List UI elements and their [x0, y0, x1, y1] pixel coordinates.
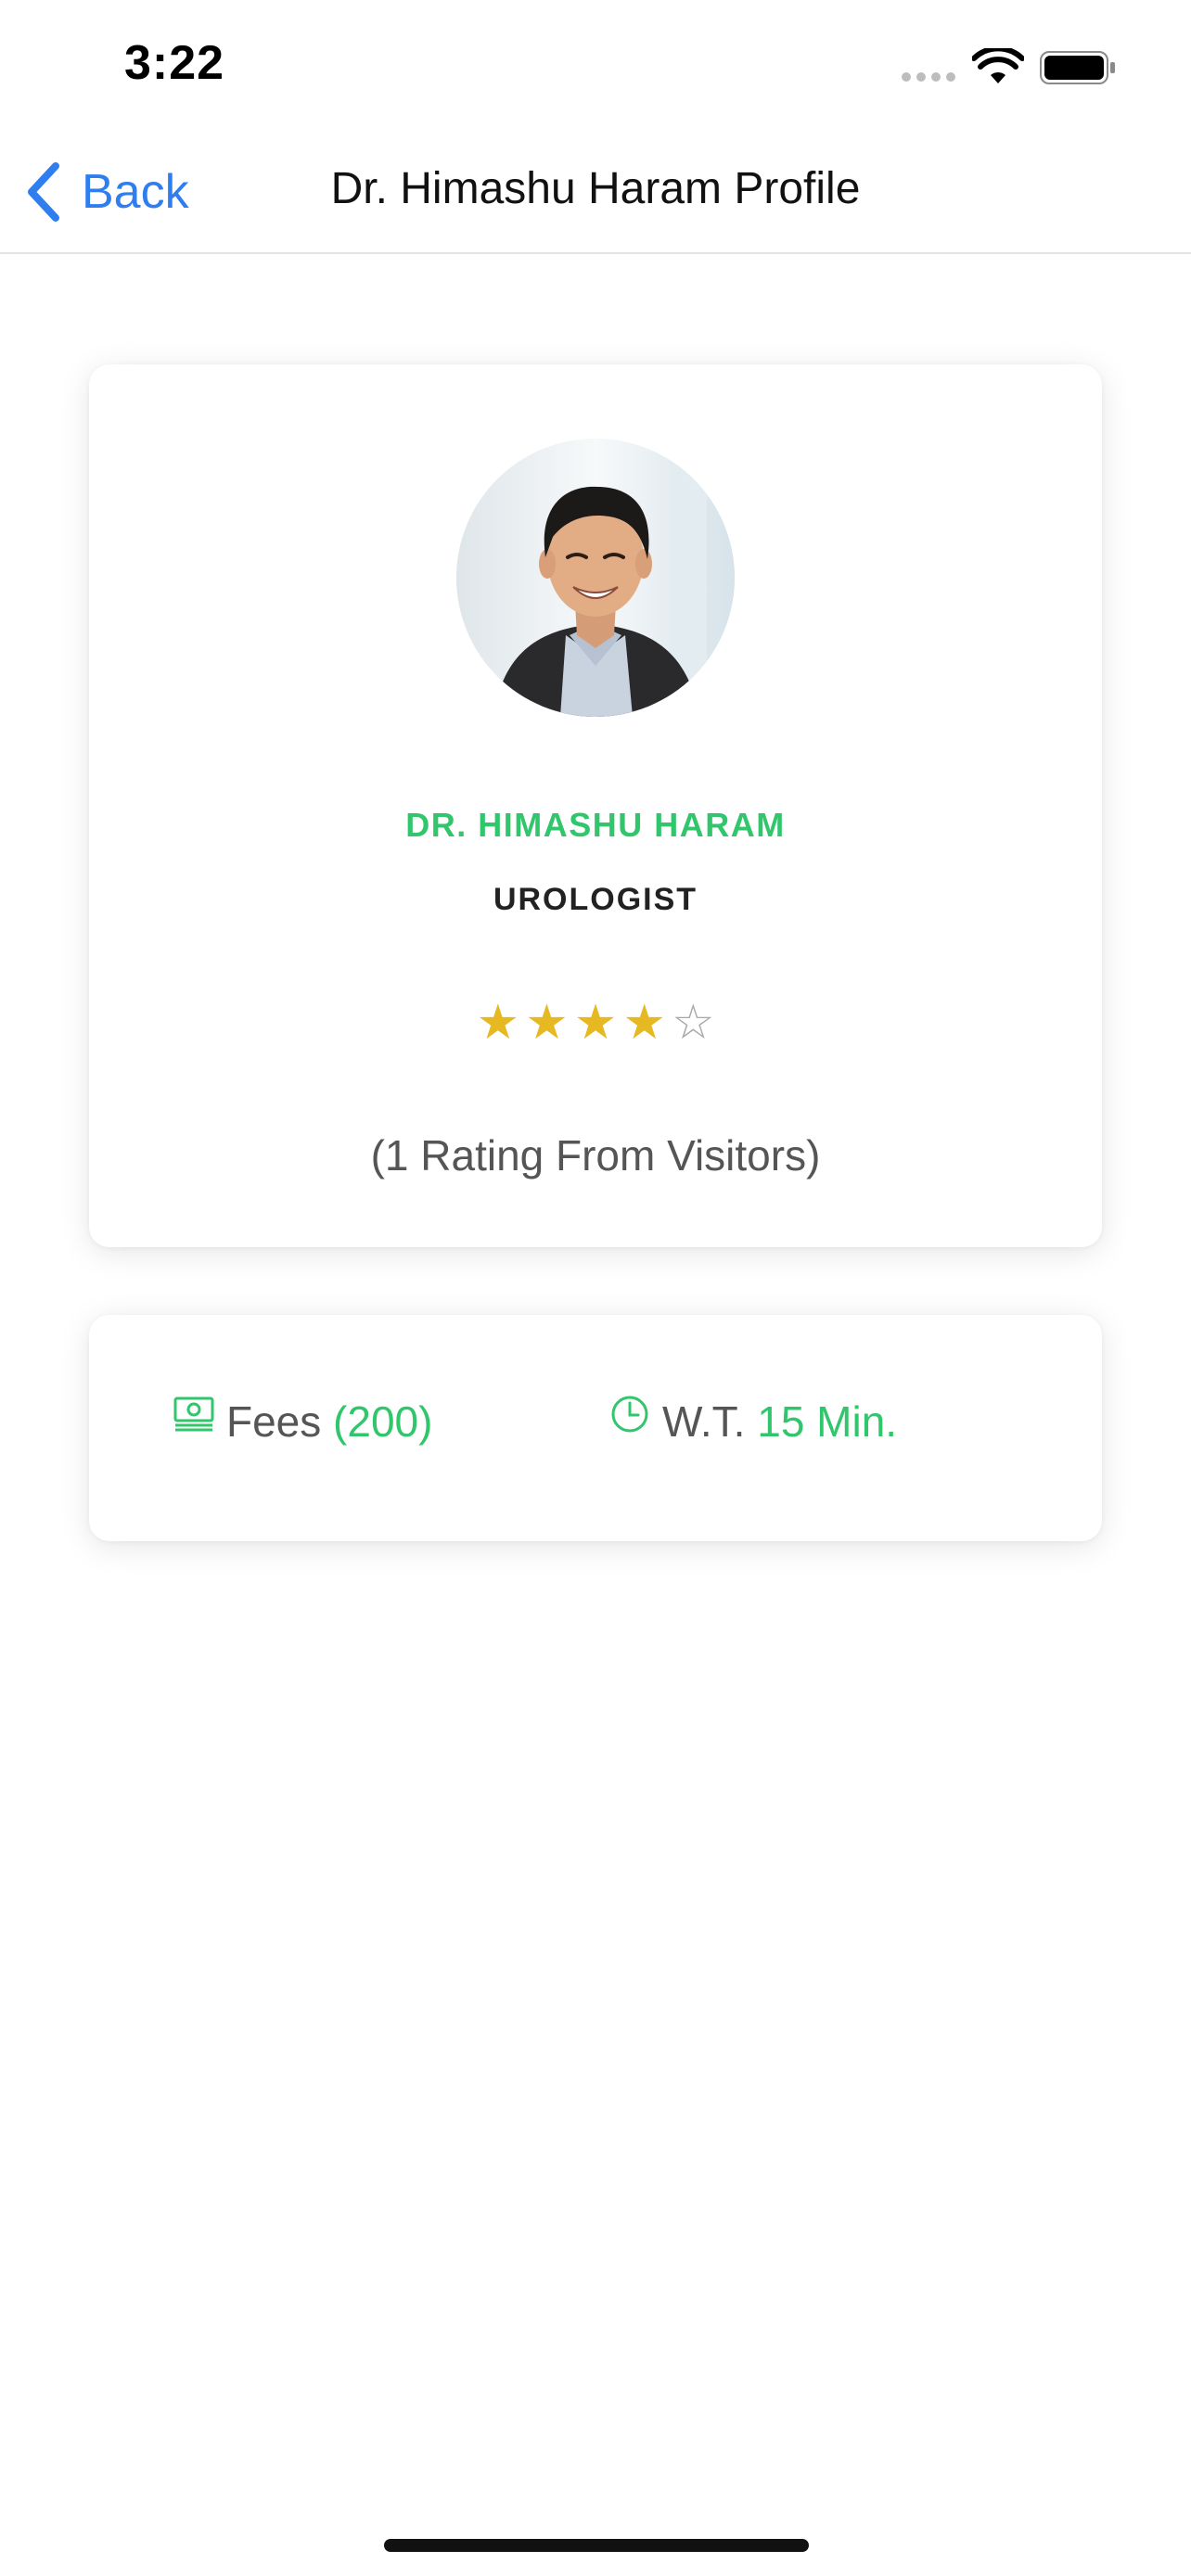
clock-icon [611, 1396, 648, 1433]
waiting-time-label: W.T. [662, 1397, 746, 1446]
battery-icon [1040, 51, 1115, 84]
wifi-icon [972, 48, 1024, 83]
money-icon [173, 1396, 214, 1432]
cellular-signal-icon [902, 72, 957, 83]
navigation-bar: Back Dr. Himashu Haram Profile [0, 130, 1191, 254]
home-indicator[interactable] [384, 2539, 809, 2552]
star-empty-icon: ☆ [671, 995, 715, 1051]
status-time: 3:22 [124, 36, 225, 90]
page-title: Dr. Himashu Haram Profile [330, 164, 861, 213]
fees-value: (200) [333, 1397, 433, 1446]
rating-count-text: (1 Rating From Visitors) [370, 1131, 821, 1180]
doctor-specialty: UROLOGIST [493, 882, 698, 917]
doctor-profile-screen: 3:22 Back Dr. Himashu Haram Profile DR. … [0, 0, 1191, 2576]
status-bar: 3:22 [0, 0, 1191, 130]
star-filled-icon: ★ [476, 995, 520, 1051]
fees-item: Fees (200) [173, 1396, 432, 1447]
waiting-time-item: W.T. 15 Min. [608, 1396, 897, 1447]
rating-stars: ★ ★ ★ ★ ☆ [89, 995, 1102, 1051]
fees-label: Fees [226, 1397, 322, 1446]
doctor-avatar [456, 439, 735, 717]
star-filled-icon: ★ [525, 995, 569, 1051]
doctor-name: DR. HIMASHU HARAM [405, 806, 786, 844]
info-card: Fees (200) W.T. 15 Min. [89, 1315, 1102, 1541]
profile-card: DR. HIMASHU HARAM UROLOGIST ★ ★ ★ ★ ☆ (1 Rat… [89, 364, 1102, 1247]
star-filled-icon: ★ [622, 995, 666, 1051]
waiting-time-value: 15 Min. [757, 1397, 898, 1446]
doctor-avatar-photo [456, 439, 735, 717]
star-filled-icon: ★ [573, 995, 618, 1051]
